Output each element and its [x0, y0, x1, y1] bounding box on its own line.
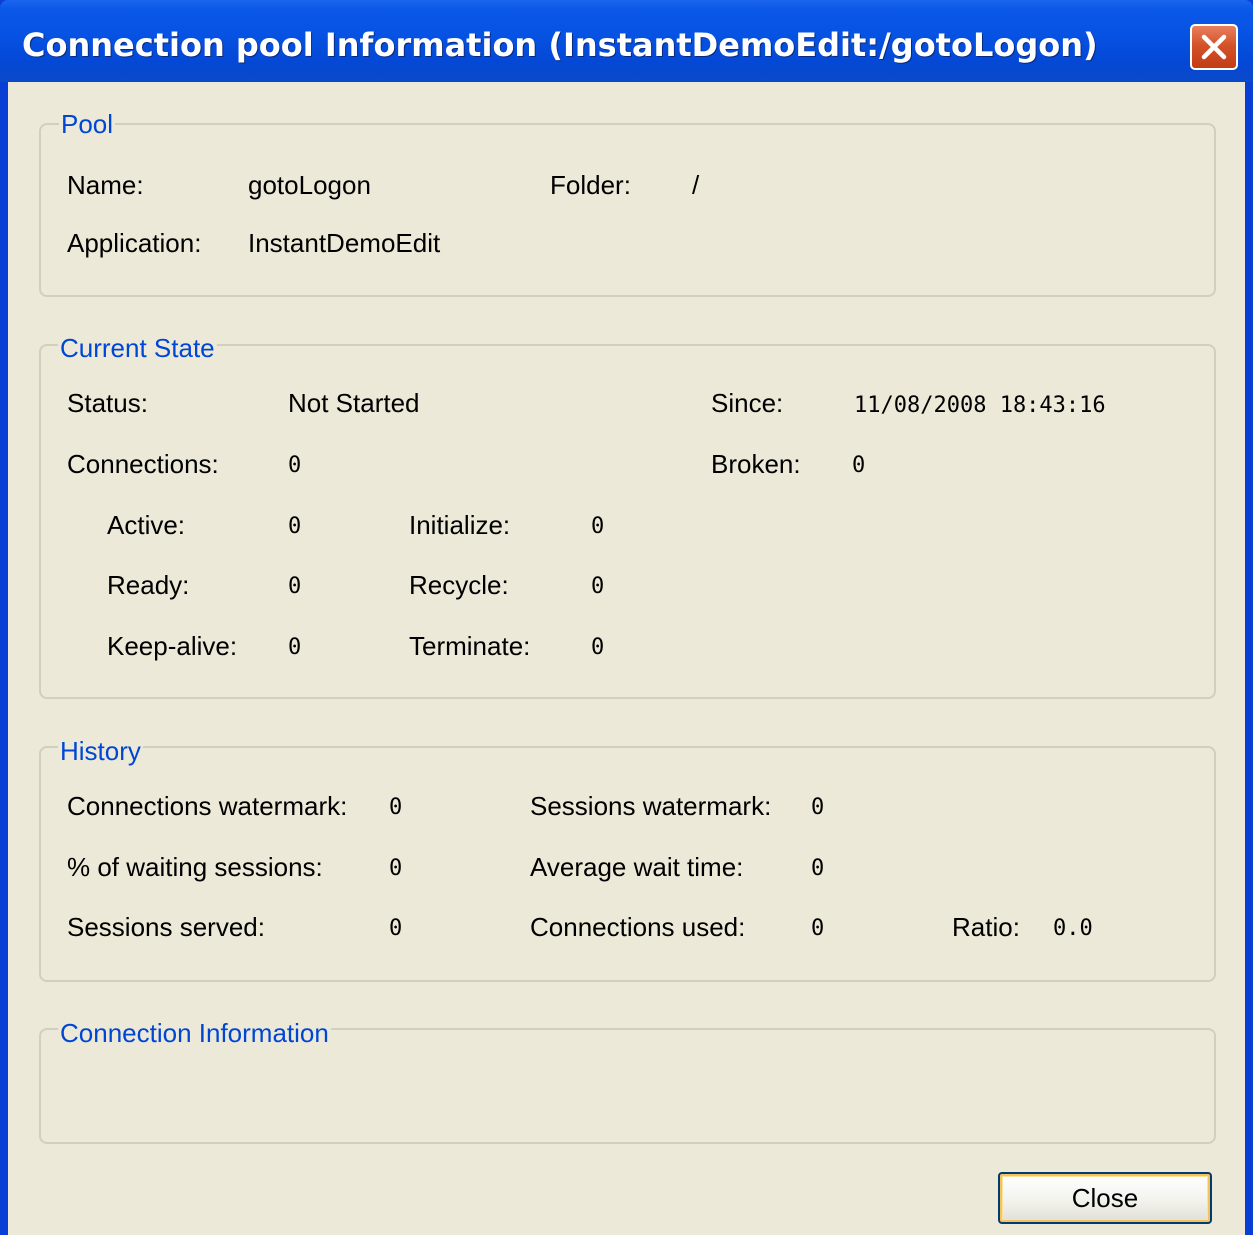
since-label: Since: [711, 388, 784, 418]
pool-group [39, 123, 1216, 297]
broken-value: 0 [852, 453, 866, 478]
since-value: 11/08/2008 18:43:16 [854, 393, 1106, 418]
broken-label: Broken: [711, 449, 801, 479]
connections-label: Connections: [67, 449, 219, 479]
application-label: Application: [67, 228, 202, 258]
history-group-label: History [58, 736, 143, 767]
application-value: InstantDemoEdit [248, 228, 441, 258]
initialize-value: 0 [591, 514, 605, 539]
sessions-watermark-label: Sessions watermark: [530, 791, 772, 821]
average-wait-label: Average wait time: [530, 852, 744, 882]
recycle-label: Recycle: [409, 570, 509, 600]
folder-value: / [692, 170, 700, 200]
status-value: Not Started [288, 388, 420, 418]
current-state-group-label: Current State [58, 333, 217, 364]
sessions-served-label: Sessions served: [67, 912, 265, 942]
connections-watermark-value: 0 [389, 795, 403, 820]
close-icon [1201, 34, 1227, 60]
connections-used-value: 0 [811, 916, 825, 941]
pool-group-label: Pool [59, 109, 116, 140]
waiting-sessions-label: % of waiting sessions: [67, 852, 323, 882]
ratio-label: Ratio: [952, 912, 1020, 942]
title-bar[interactable]: Connection pool Information (InstantDemo… [0, 0, 1253, 82]
close-button[interactable]: Close [998, 1172, 1212, 1224]
keepalive-label: Keep-alive: [107, 631, 238, 661]
average-wait-value: 0 [811, 856, 825, 881]
window-title: Connection pool Information (InstantDemo… [22, 26, 1098, 64]
folder-label: Folder: [550, 170, 631, 200]
terminate-label: Terminate: [409, 631, 531, 661]
ratio-value: 0.0 [1053, 916, 1093, 941]
ready-label: Ready: [107, 570, 190, 600]
initialize-label: Initialize: [409, 510, 511, 540]
active-label: Active: [107, 510, 186, 540]
ready-value: 0 [288, 574, 302, 599]
connections-value: 0 [288, 453, 302, 478]
close-window-button[interactable] [1190, 24, 1238, 70]
dialog-body: Pool Name: gotoLogon Folder: / Applicati… [8, 82, 1245, 1235]
status-label: Status: [67, 388, 148, 418]
waiting-sessions-value: 0 [389, 856, 403, 881]
name-value: gotoLogon [248, 170, 371, 200]
connections-used-label: Connections used: [530, 912, 746, 942]
sessions-served-value: 0 [389, 916, 403, 941]
connection-information-group-label: Connection Information [58, 1018, 331, 1049]
name-label: Name: [67, 170, 144, 200]
active-value: 0 [288, 514, 302, 539]
keepalive-value: 0 [288, 635, 302, 660]
sessions-watermark-value: 0 [811, 795, 825, 820]
recycle-value: 0 [591, 574, 605, 599]
connections-watermark-label: Connections watermark: [67, 791, 348, 821]
dialog-window: Connection pool Information (InstantDemo… [0, 0, 1253, 1235]
terminate-value: 0 [591, 635, 605, 660]
